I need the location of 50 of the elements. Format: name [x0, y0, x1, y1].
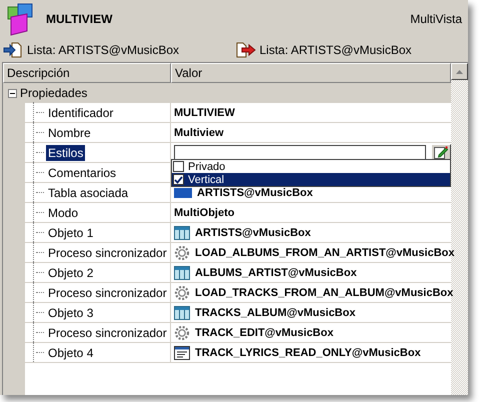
scroll-up-button[interactable]: [451, 63, 468, 80]
collapse-toggle-icon[interactable]: [8, 88, 17, 98]
up-triangle-icon: [456, 70, 463, 74]
group-label[interactable]: Propiedades: [20, 86, 88, 100]
property-value: LOAD_ALBUMS_FROM_AN_ARTIST@vMusicBox: [195, 246, 454, 258]
type-label: MultiVista: [410, 12, 462, 26]
property-value: MultiObjeto: [174, 206, 234, 218]
property-value: TRACK_LYRICS_READ_ONLY@vMusicBox: [195, 346, 421, 358]
property-label[interactable]: Comentarios: [46, 164, 118, 180]
arrow-out-of-document-icon: [236, 42, 256, 58]
list-link[interactable]: Lista: ARTISTS@vMusicBox: [27, 43, 180, 57]
list-link[interactable]: Lista: ARTISTS@vMusicBox: [260, 43, 412, 57]
form-icon: [174, 346, 190, 360]
dropdown-option[interactable]: Vertical: [172, 173, 450, 186]
gear-icon: [174, 324, 190, 340]
property-label[interactable]: Objeto 2: [46, 264, 96, 280]
property-label[interactable]: Estilos: [46, 144, 86, 160]
styles-input-field[interactable]: [174, 145, 426, 160]
property-value: ARTISTS@vMusicBox: [197, 186, 313, 198]
stacked-windows-logo-icon: [7, 2, 34, 36]
table-icon: [174, 306, 190, 320]
property-value: ARTISTS@vMusicBox: [195, 226, 311, 238]
property-label[interactable]: Objeto 4: [46, 344, 96, 360]
gear-icon: [174, 244, 190, 260]
table-icon: [174, 266, 190, 280]
property-label[interactable]: Identificador: [46, 104, 116, 120]
checkbox[interactable]: [173, 174, 184, 185]
property-value: ALBUMS_ARTIST@vMusicBox: [195, 266, 357, 278]
property-label[interactable]: Nombre: [46, 124, 93, 140]
property-value: TRACK_EDIT@vMusicBox: [195, 326, 334, 338]
property-label[interactable]: Proceso sincronizador: [46, 324, 169, 340]
property-value: MULTIVIEW: [174, 106, 235, 118]
dropdown-option[interactable]: Privado: [172, 160, 450, 173]
table-swatch-icon: [174, 188, 192, 198]
property-label[interactable]: Modo: [46, 204, 80, 220]
column-header[interactable]: Descripción: [3, 63, 171, 83]
window-title: MULTIVIEW: [46, 12, 114, 26]
arrow-into-document-icon: [3, 42, 23, 58]
property-label[interactable]: Proceso sincronizador: [46, 244, 169, 260]
property-value: TRACKS_ALBUM@vMusicBox: [195, 306, 356, 318]
property-value: LOAD_TRACKS_FROM_AN_ALBUM@vMusicBox: [195, 286, 454, 298]
property-label[interactable]: Objeto 1: [46, 224, 96, 240]
property-label[interactable]: Tabla asociada: [46, 184, 130, 200]
checkbox[interactable]: [173, 161, 184, 172]
gear-icon: [174, 284, 190, 300]
column-header[interactable]: Valor: [171, 63, 451, 83]
table-icon: [174, 226, 190, 240]
property-label[interactable]: Proceso sincronizador: [46, 284, 169, 300]
property-label[interactable]: Objeto 3: [46, 304, 96, 320]
property-value: Multiview: [174, 126, 224, 138]
